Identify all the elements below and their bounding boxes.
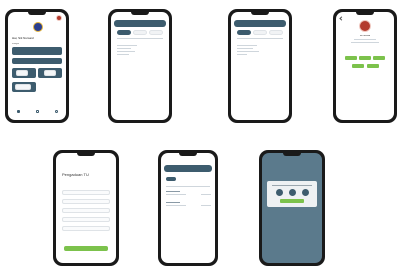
confirm-button[interactable] [280, 199, 304, 203]
phone-notch [356, 12, 374, 15]
list-item[interactable] [117, 54, 129, 55]
detail-row [166, 205, 186, 206]
profile-screen: Siti Nursaid [336, 12, 394, 120]
divider [166, 186, 210, 187]
list-item[interactable] [117, 51, 135, 52]
phone-detail [158, 150, 218, 266]
tab[interactable] [253, 30, 267, 35]
submit-button[interactable] [64, 246, 108, 251]
phone-notch [283, 153, 301, 156]
menu-card[interactable] [12, 58, 62, 64]
list-item[interactable] [237, 51, 259, 52]
detail-row [201, 205, 211, 206]
profile-name: Siti Nursaid [359, 35, 371, 37]
phone-profile: Siti Nursaid [333, 9, 397, 123]
option-icon[interactable] [289, 189, 296, 196]
tab-active[interactable] [117, 30, 131, 35]
list-item[interactable] [237, 48, 253, 49]
list-item[interactable] [237, 45, 257, 46]
avatar[interactable] [56, 15, 62, 21]
school-logo [33, 22, 43, 32]
greeting-text: Hai, Siti Nursaid [12, 37, 34, 40]
menu-card[interactable] [12, 47, 62, 55]
tab-active[interactable] [166, 177, 176, 181]
menu-button[interactable] [373, 56, 385, 60]
list-screen [111, 12, 169, 120]
form-field[interactable] [62, 208, 110, 213]
menu-button[interactable] [352, 64, 364, 68]
profile-detail [354, 39, 376, 40]
profile-detail [351, 42, 379, 43]
option-icon[interactable] [302, 189, 309, 196]
phone-notch [251, 12, 269, 15]
profile-nav-icon[interactable] [55, 110, 58, 113]
tab-active[interactable] [237, 30, 251, 35]
menu-button[interactable] [345, 56, 357, 60]
divider [237, 38, 283, 39]
username-field[interactable] [62, 190, 110, 195]
login-title: Pengaduan TU [62, 173, 89, 177]
profile-avatar [359, 20, 371, 32]
phone-home: Hai, Siti Nursaid Kategori [5, 9, 69, 123]
detail-screen [161, 153, 215, 263]
screen-header [114, 20, 166, 27]
detail-row [166, 202, 180, 203]
phone-notch [28, 12, 46, 15]
menu-button[interactable] [367, 64, 379, 68]
menu-card[interactable] [15, 84, 31, 90]
detail-row [201, 194, 211, 195]
dialog-screen [262, 153, 322, 263]
form-field[interactable] [62, 217, 110, 222]
home-screen: Hai, Siti Nursaid Kategori [8, 12, 66, 120]
divider [117, 38, 163, 39]
tab[interactable] [269, 30, 283, 35]
list-screen [231, 12, 289, 120]
dialog-text [272, 185, 312, 186]
form-field[interactable] [62, 226, 110, 231]
detail-row [166, 194, 186, 195]
phone-notch [131, 12, 149, 15]
menu-card[interactable] [44, 70, 56, 76]
phone-dialog [259, 150, 325, 266]
phone-notch [77, 153, 95, 156]
menu-card[interactable] [16, 70, 28, 76]
history-nav-icon[interactable] [36, 110, 39, 113]
phone-login: Pengaduan TU [53, 150, 119, 266]
list-item[interactable] [117, 45, 137, 46]
section-label: Kategori [12, 43, 20, 45]
option-icon[interactable] [276, 189, 283, 196]
list-item[interactable] [117, 48, 131, 49]
list-item[interactable] [237, 54, 247, 55]
detail-row [166, 191, 180, 192]
login-screen: Pengaduan TU [56, 153, 116, 263]
menu-button[interactable] [359, 56, 371, 60]
password-field[interactable] [62, 199, 110, 204]
screen-header [234, 20, 286, 27]
phone-list-2 [228, 9, 292, 123]
tab[interactable] [149, 30, 163, 35]
home-nav-icon[interactable] [17, 110, 20, 113]
screen-header [164, 165, 212, 172]
phone-notch [179, 153, 197, 156]
tab[interactable] [133, 30, 147, 35]
phone-list [108, 9, 172, 123]
back-icon[interactable] [339, 16, 344, 21]
